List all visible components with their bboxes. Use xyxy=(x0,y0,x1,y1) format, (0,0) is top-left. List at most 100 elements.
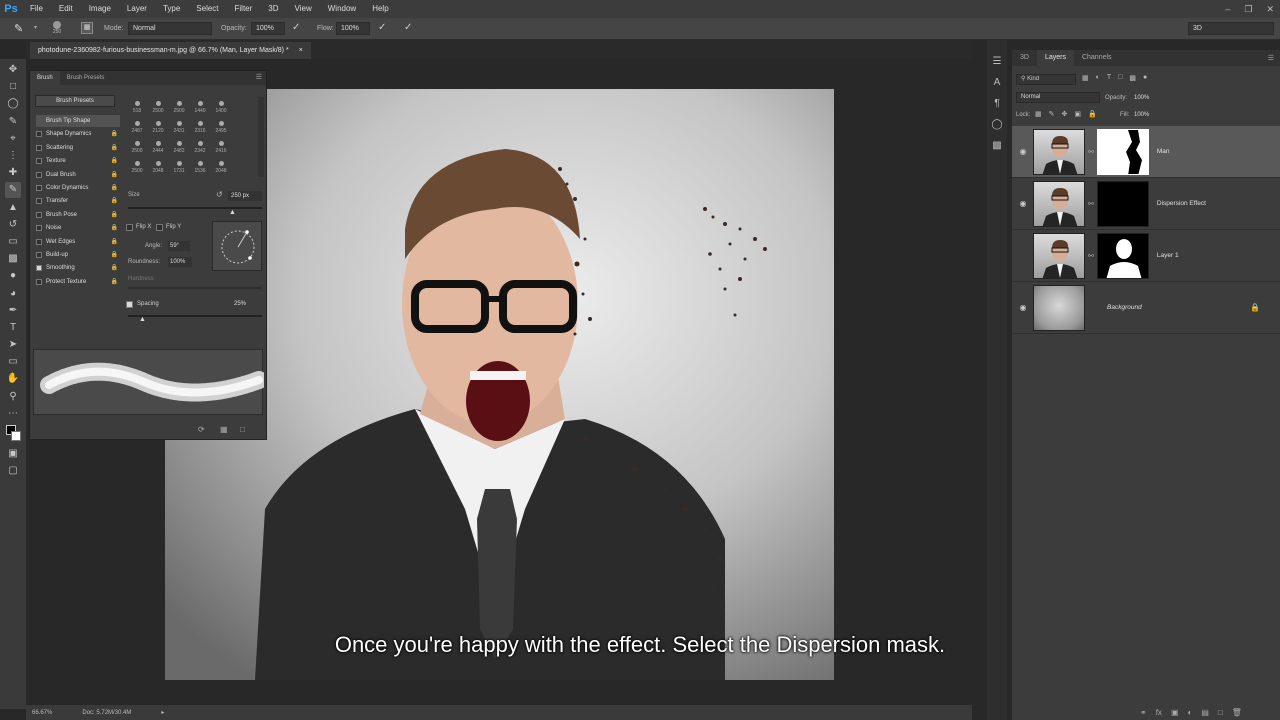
brush-option-checkbox[interactable] xyxy=(36,265,42,272)
brush-option-lock-icon[interactable]: 🔒 xyxy=(111,222,118,234)
brush-option-checkbox[interactable] xyxy=(36,185,42,191)
type-filter-icon[interactable]: T xyxy=(1107,74,1111,82)
brush-option-checkbox[interactable] xyxy=(36,278,42,285)
status-menu-arrow-icon[interactable]: ▸ xyxy=(161,709,164,716)
brush-tip-preset[interactable]: 2500 xyxy=(128,157,146,177)
brush-option-lock-icon[interactable]: 🔒 xyxy=(111,276,118,288)
brush-preset-picker[interactable]: 250 xyxy=(50,21,64,35)
tab-brush-presets[interactable]: Brush Presets xyxy=(60,71,112,85)
brush-option-item[interactable]: Wet Edges 🔒 xyxy=(36,236,120,248)
layer-thumbnail[interactable] xyxy=(1033,232,1085,279)
tab-brush[interactable]: Brush xyxy=(30,71,60,85)
visibility-eye-icon[interactable]: ◉ xyxy=(1016,303,1030,312)
lock-position-icon[interactable]: ✥ xyxy=(1062,110,1068,118)
brush-option-item[interactable]: Brush Tip Shape xyxy=(36,115,120,127)
brush-tip-preset[interactable]: 1440 xyxy=(191,97,209,117)
brush-tip-preset[interactable]: 1536 xyxy=(191,157,209,177)
layer-thumbnail[interactable] xyxy=(1033,180,1085,227)
visibility-eye-icon[interactable]: ◉ xyxy=(1016,147,1030,156)
size-slider-track[interactable] xyxy=(128,207,262,209)
mask-link-icon[interactable]: ⚯ xyxy=(1088,252,1094,260)
menu-file[interactable]: File xyxy=(22,0,51,18)
brush-option-checkbox[interactable] xyxy=(36,171,42,178)
brush-option-lock-icon[interactable]: 🔒 xyxy=(111,195,118,207)
lock-all-icon[interactable]: 🔒 xyxy=(1088,110,1097,118)
shape-filter-icon[interactable]: □ xyxy=(1118,74,1122,82)
brush-tip-preset[interactable]: 2316 xyxy=(191,117,209,137)
brush-tool-icon[interactable]: ✎ xyxy=(14,22,23,35)
brush-option-item[interactable]: Brush Pose 🔒 xyxy=(36,209,120,221)
brush-option-lock-icon[interactable]: 🔒 xyxy=(111,262,118,274)
brush-option-lock-icon[interactable]: 🔒 xyxy=(111,128,118,140)
adjustment-layer-icon[interactable]: ◐ xyxy=(1188,708,1193,717)
size-slider-thumb[interactable]: ▲ xyxy=(229,209,236,216)
brush-tip-preset[interactable]: 2487 xyxy=(128,117,146,137)
gradient-tool-icon[interactable]: ▩ xyxy=(5,251,21,267)
brush-tip-preset[interactable]: 2342 xyxy=(191,137,209,157)
toggle-live-tip-icon[interactable]: ⟳ xyxy=(198,425,205,434)
layer-opacity-field[interactable]: 100% xyxy=(1134,93,1164,103)
menu-3d[interactable]: 3D xyxy=(260,0,286,18)
flip-x-checkbox[interactable] xyxy=(126,224,133,231)
brush-option-checkbox[interactable] xyxy=(36,158,42,165)
close-tab-icon[interactable]: × xyxy=(299,42,303,59)
screen-mode-icon[interactable]: ▢ xyxy=(5,463,21,479)
brush-tip-preset[interactable]: 2500 xyxy=(128,137,146,157)
brush-option-item[interactable]: Shape Dynamics 🔒 xyxy=(36,128,120,140)
eraser-tool-icon[interactable]: ▭ xyxy=(5,233,21,249)
lock-artboard-icon[interactable]: ▣ xyxy=(1074,110,1081,118)
brush-option-item[interactable]: Smoothing 🔒 xyxy=(36,262,120,274)
layer-thumbnail[interactable] xyxy=(1033,284,1085,331)
layer-name[interactable]: Layer 1 xyxy=(1157,252,1179,259)
eyedropper-tool-icon[interactable]: ⋮ xyxy=(5,148,21,164)
dodge-tool-icon[interactable]: ◕ xyxy=(5,285,21,301)
brush-option-lock-icon[interactable]: 🔒 xyxy=(111,155,118,167)
filter-toggle-icon[interactable]: ● xyxy=(1143,74,1147,82)
layer-name[interactable]: Dispersion Effect xyxy=(1157,200,1206,207)
fill-field[interactable]: 100% xyxy=(1134,110,1164,120)
brush-tip-preset[interactable]: 2444 xyxy=(149,137,167,157)
brush-option-checkbox[interactable] xyxy=(36,211,42,218)
menu-type[interactable]: Type xyxy=(155,0,188,18)
brush-option-checkbox[interactable] xyxy=(36,238,42,245)
lock-transparent-icon[interactable]: ▦ xyxy=(1035,110,1042,118)
spacing-field[interactable]: 25% xyxy=(234,301,246,307)
brush-option-item[interactable]: Noise 🔒 xyxy=(36,222,120,234)
layer-name[interactable]: Man xyxy=(1157,148,1170,155)
tab-layers[interactable]: Layers xyxy=(1036,50,1074,66)
brush-option-item[interactable]: Protect Texture 🔒 xyxy=(36,276,120,288)
marquee-tool-icon[interactable]: □ xyxy=(5,79,21,95)
brush-tip-preset[interactable]: 1400 xyxy=(212,97,230,117)
minimize-icon[interactable]: – xyxy=(1225,4,1230,14)
zoom-tool-icon[interactable]: ⚲ xyxy=(5,388,21,404)
document-tab[interactable]: photodune-2360982-furious-businessman-m.… xyxy=(30,42,311,59)
tip-grid-scrollbar[interactable] xyxy=(258,97,264,177)
menu-edit[interactable]: Edit xyxy=(51,0,81,18)
brush-option-lock-icon[interactable]: 🔒 xyxy=(111,209,118,221)
brush-tip-preset[interactable]: 2048 xyxy=(149,157,167,177)
brush-option-lock-icon[interactable]: 🔒 xyxy=(111,249,118,261)
layer-row[interactable]: ◉ ⚯ Man xyxy=(1012,126,1280,178)
pressure-size-icon[interactable]: ✓ xyxy=(404,22,412,33)
more-tools-icon[interactable]: ⋯ xyxy=(5,405,21,421)
fx-icon[interactable]: fx xyxy=(1156,708,1162,717)
healing-tool-icon[interactable]: ✚ xyxy=(5,165,21,181)
close-icon[interactable]: ✕ xyxy=(1266,4,1274,15)
tab-channels[interactable]: Channels xyxy=(1074,50,1120,66)
pen-tool-icon[interactable]: ✒ xyxy=(5,302,21,318)
brush-option-item[interactable]: Build-up 🔒 xyxy=(36,249,120,261)
brush-option-item[interactable]: Texture 🔒 xyxy=(36,155,120,167)
brush-option-lock-icon[interactable]: 🔒 xyxy=(111,236,118,248)
paragraph-panel-icon[interactable]: ¶ xyxy=(994,98,999,109)
brush-option-item[interactable]: Dual Brush 🔒 xyxy=(36,169,120,181)
brush-tip-preset[interactable]: 2483 xyxy=(170,137,188,157)
visibility-eye-icon[interactable]: ◉ xyxy=(1016,199,1030,208)
brush-panel-toggle-icon[interactable]: ▦ xyxy=(81,22,93,34)
mask-link-icon[interactable]: ⚯ xyxy=(1088,148,1094,156)
blend-mode-select[interactable]: Normal xyxy=(1016,92,1100,103)
angle-field[interactable]: 59° xyxy=(168,241,190,251)
clone-source-icon[interactable]: ▩ xyxy=(992,140,1001,151)
history-panel-icon[interactable]: ☰ xyxy=(993,56,1002,67)
grid-view-icon[interactable]: ▦ xyxy=(220,425,228,434)
delete-layer-icon[interactable]: 🗑 xyxy=(1232,708,1242,717)
